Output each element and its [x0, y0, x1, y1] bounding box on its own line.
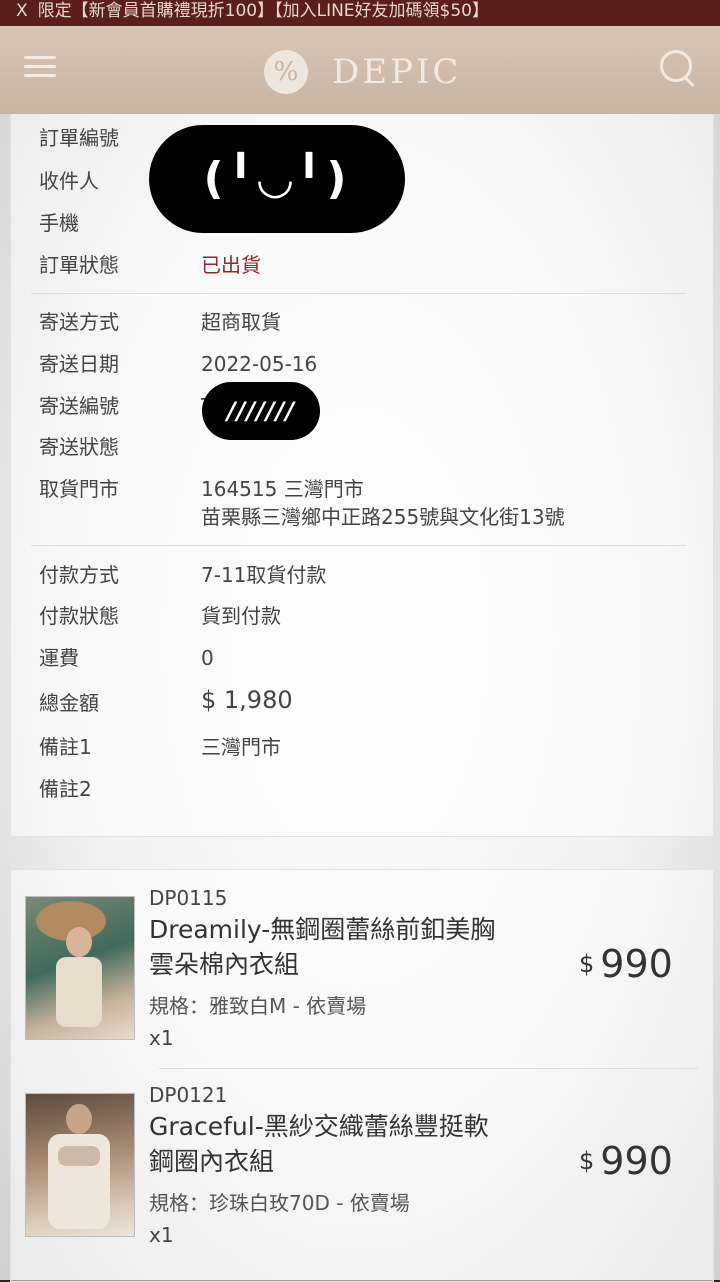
order-detail-page: 訂單編號 收件人 手機 (╹◡╹) 訂單狀態 已出貨 寄送方式 超商取貨 寄送日… [0, 114, 720, 1282]
item-price: $990 [579, 942, 673, 986]
note2-label: 備註2 [39, 777, 92, 801]
pickup-store-label: 取貨門市 [39, 477, 119, 501]
note1-label: 備註1 [39, 735, 92, 759]
brand-logo-icon[interactable]: % [264, 50, 308, 94]
currency-symbol: $ [579, 1147, 595, 1175]
pickup-store-address: 苗栗縣三灣鄉中正路255號與文化街13號 [201, 505, 565, 529]
pickup-store-name: 164515 三灣門市 [201, 477, 364, 501]
face-shape [66, 927, 92, 957]
item-sku: DP0115 [149, 886, 228, 910]
total-label: 總金額 [39, 691, 99, 715]
shipping-no-label: 寄送編號 [39, 394, 119, 418]
payment-status-label: 付款狀態 [39, 604, 119, 628]
order-items-list: DP0115 Dreamily-無鋼圈蕾絲前釦美胸 雲朵棉內衣組 規格：雅致白M… [10, 869, 714, 1282]
item-price-value: 990 [600, 942, 673, 986]
note1-value: 三灣門市 [201, 735, 281, 759]
order-info-card: 訂單編號 收件人 手機 (╹◡╹) 訂單狀態 已出貨 寄送方式 超商取貨 寄送日… [10, 114, 714, 837]
item-spec: 規格：雅致白M - 依賣場 [149, 994, 367, 1018]
item-name-line2: 雲朵棉內衣組 [149, 950, 300, 979]
search-icon[interactable] [658, 48, 698, 88]
item-sku: DP0121 [149, 1083, 228, 1107]
item-spec: 規格：珍珠白玫70D - 依賣場 [149, 1191, 410, 1215]
payment-method-value: 7-11取貨付款 [201, 563, 327, 587]
item-qty: x1 [149, 1223, 174, 1247]
face-shape [66, 1104, 92, 1134]
promo-banner[interactable]: X 限定【新會員首購禮現折100】【加入LINE好友加碼領$50】 [0, 0, 720, 26]
redaction-sticker-small: /////// [202, 382, 320, 440]
shipping-date-value: 2022-05-16 [201, 352, 318, 376]
divider [31, 293, 686, 294]
item-price-value: 990 [600, 1139, 673, 1183]
total-value: $ 1,980 [201, 686, 293, 714]
shipping-status-label: 寄送狀態 [39, 435, 119, 459]
item-name-line1: Graceful-黑紗交織蕾絲豐挺軟 [149, 1112, 489, 1141]
shipping-method-label: 寄送方式 [39, 310, 119, 334]
order-status-value: 已出貨 [201, 253, 261, 277]
shipping-fee-value: 0 [201, 646, 214, 670]
item-name-line2: 鋼圈內衣組 [149, 1147, 275, 1176]
body-shape [56, 957, 102, 1027]
item-name[interactable]: Dreamily-無鋼圈蕾絲前釦美胸 雲朵棉內衣組 [149, 912, 549, 982]
shipping-date-label: 寄送日期 [39, 352, 119, 376]
shipping-method-value: 超商取貨 [201, 310, 281, 334]
product-image[interactable] [25, 1093, 135, 1237]
item-name[interactable]: Graceful-黑紗交織蕾絲豐挺軟 鋼圈內衣組 [149, 1109, 549, 1179]
menu-icon[interactable] [24, 56, 56, 78]
redaction-sticker: (╹◡╹) [149, 125, 405, 233]
lace-shape [58, 1146, 100, 1166]
product-image[interactable] [25, 896, 135, 1040]
payment-status-value: 貨到付款 [201, 604, 281, 628]
item-qty: x1 [149, 1026, 174, 1050]
recipient-label: 收件人 [39, 169, 99, 193]
item-name-line1: Dreamily-無鋼圈蕾絲前釦美胸 [149, 915, 496, 944]
phone-label: 手機 [39, 211, 79, 235]
shipping-fee-label: 運費 [39, 646, 79, 670]
divider [31, 545, 686, 546]
order-status-label: 訂單狀態 [39, 253, 119, 277]
currency-symbol: $ [579, 950, 595, 978]
payment-method-label: 付款方式 [39, 563, 119, 587]
brand-logo-text[interactable]: DEPIC [332, 52, 461, 92]
promo-text: 限定【新會員首購禮現折100】【加入LINE好友加碼領$50】 [37, 1, 489, 21]
top-header: % DEPIC [0, 26, 720, 114]
close-icon[interactable]: X [16, 1, 28, 21]
item-price: $990 [579, 1139, 673, 1183]
order-no-label: 訂單編號 [39, 126, 119, 150]
divider [159, 1068, 699, 1069]
